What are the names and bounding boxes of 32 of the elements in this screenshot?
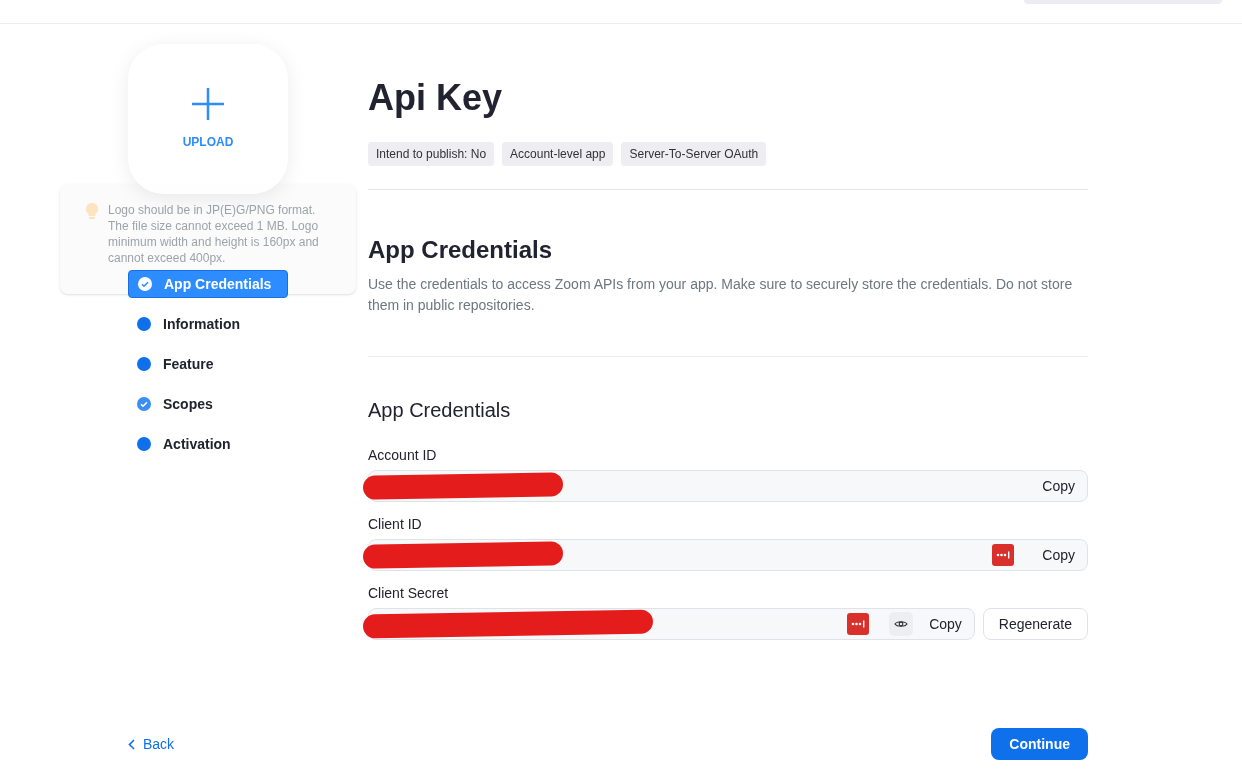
- step-item[interactable]: Scopes: [128, 390, 288, 418]
- page-title: Api Key: [368, 76, 504, 120]
- check-circle-icon: [137, 397, 151, 411]
- step-item[interactable]: Activation: [128, 430, 288, 458]
- section-title: App Credentials: [368, 235, 554, 265]
- tip-text: Logo should be in JP(E)G/PNG format. The file size cannot exceed 1 MB. Logo minimum width and height is 160px and cannot exceed 400px.: [108, 202, 320, 266]
- field-label: Client Secret: [368, 584, 450, 603]
- field-label: Account ID: [368, 446, 438, 465]
- continue-button[interactable]: Continue: [991, 728, 1088, 760]
- plus-icon: [191, 87, 225, 121]
- dot-icon: [137, 437, 151, 451]
- tag: Intend to publish: No: [368, 142, 495, 166]
- field-label: Client ID: [368, 515, 423, 534]
- credentials-title: App Credentials: [368, 398, 512, 423]
- dot-icon: [137, 357, 151, 371]
- regenerate-button[interactable]: Regenerate: [982, 608, 1088, 640]
- dot-icon: [137, 317, 151, 331]
- password-manager-icon[interactable]: [992, 544, 1015, 566]
- password-manager-icon[interactable]: [847, 613, 870, 635]
- tag: Server-To-Server OAuth: [621, 142, 767, 166]
- copy-button[interactable]: Copy: [1042, 475, 1075, 497]
- copy-button[interactable]: Copy: [929, 613, 962, 635]
- lightbulb-icon: [84, 202, 100, 220]
- chevron-left-icon: [128, 738, 135, 750]
- tag: Account-level app: [502, 142, 614, 166]
- step-item[interactable]: Information: [128, 310, 288, 338]
- copy-button[interactable]: Copy: [1042, 544, 1075, 566]
- step-item[interactable]: Feature: [128, 350, 288, 378]
- section-description: Use the credentials to access Zoom APIs from your app. Make sure to securely store the credentials. Do not store them in public repositories.: [368, 275, 1074, 315]
- eye-icon[interactable]: [889, 612, 914, 636]
- check-circle-icon: [138, 277, 152, 291]
- back-link[interactable]: Back: [128, 733, 175, 755]
